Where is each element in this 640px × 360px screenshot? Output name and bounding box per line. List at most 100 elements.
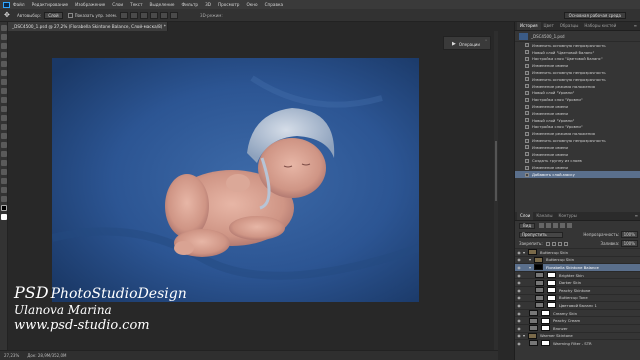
history-item[interactable]: Настройка слоя "Уровни" <box>515 124 640 131</box>
menu-layers[interactable]: Слои <box>112 2 123 7</box>
workspace-dropdown[interactable]: Основная рабочая среда <box>563 12 626 19</box>
history-item[interactable]: Новый слой "Уровни" <box>515 90 640 97</box>
visibility-eye-icon[interactable]: ◉ <box>515 318 523 323</box>
panel-menu-icon[interactable]: ≡ <box>634 22 637 30</box>
history-item[interactable]: Изменение имени <box>515 151 640 158</box>
layer-row[interactable]: ◉ Warming Filter - STR <box>515 339 640 347</box>
history-item[interactable]: Изменение имени <box>515 62 640 69</box>
show-controls-checkbox[interactable] <box>67 12 73 18</box>
background-color-icon[interactable] <box>1 214 7 220</box>
history-item[interactable]: Изменение имени <box>515 110 640 117</box>
align-bottom-icon[interactable] <box>140 11 149 19</box>
path-select-tool-icon[interactable] <box>1 169 7 175</box>
tab-history[interactable]: История <box>517 22 541 30</box>
menu-type[interactable]: Текст <box>130 2 142 7</box>
crop-tool-icon[interactable] <box>1 61 7 67</box>
layer-row[interactable]: ◉ ▾ Warmer Skintone <box>515 331 640 340</box>
layers-menu-icon[interactable]: ≡ <box>635 212 638 220</box>
align-left-icon[interactable] <box>150 11 159 19</box>
blend-mode-dropdown[interactable]: Пропустить <box>519 231 563 238</box>
history-item[interactable]: Добавить слой-маску <box>515 171 640 178</box>
history-item[interactable]: Новый слой "Уровни" <box>515 117 640 124</box>
layer-row[interactable]: ◉ Цветовой баланс 1 <box>515 301 640 309</box>
layer-mask-thumbnail[interactable] <box>547 294 556 301</box>
history-item[interactable]: Изменить основную непрозрачность <box>515 69 640 76</box>
tab-paths[interactable]: Контуры <box>555 212 579 220</box>
tab-brush-presets[interactable]: Наборы кистей <box>581 22 619 30</box>
move-tool-icon[interactable] <box>1 25 7 31</box>
filter-shape-icon[interactable] <box>560 223 566 228</box>
menu-filter[interactable]: Фильтр <box>182 2 199 7</box>
layer-row[interactable]: ◉ ▾ Buttercup Skin <box>515 248 640 256</box>
visibility-eye-icon[interactable]: ◉ <box>515 257 523 262</box>
visibility-eye-icon[interactable]: ◉ <box>515 303 523 308</box>
eyedropper-tool-icon[interactable] <box>1 70 7 76</box>
layer-mask-thumbnail[interactable] <box>547 287 556 294</box>
history-item[interactable]: Изменить основную непрозрачность <box>515 76 640 83</box>
history-brush-tool-icon[interactable] <box>1 106 7 112</box>
layer-row[interactable]: ◉ Bronzer <box>515 323 640 332</box>
layer-row[interactable]: ◉ Peachy Cream <box>515 316 640 324</box>
vertical-scrollbar[interactable] <box>494 31 498 350</box>
marquee-tool-icon[interactable] <box>1 34 7 40</box>
lock-image-icon[interactable] <box>551 241 556 246</box>
menu-edit[interactable]: Редактирование <box>32 2 69 7</box>
scrollbar-thumb[interactable] <box>495 141 497 201</box>
layer-mask-thumbnail[interactable] <box>541 317 550 324</box>
filter-type-icon[interactable] <box>553 223 559 228</box>
history-item[interactable]: Настройка слоя "Цветовой баланс" <box>515 56 640 63</box>
lock-all-icon[interactable] <box>563 241 568 246</box>
foreground-color-icon[interactable] <box>1 205 7 211</box>
autoselect-dropdown[interactable]: Слой <box>44 11 63 19</box>
history-item[interactable]: Настройка слоя "Уровни" <box>515 96 640 103</box>
visibility-eye-icon[interactable]: ◉ <box>515 311 523 316</box>
healing-brush-tool-icon[interactable] <box>1 79 7 85</box>
layer-row[interactable]: ◉ Peachy Skintone <box>515 285 640 294</box>
document-tab[interactable]: _DSC4500_1.psd @ 27,2% (Florabella Skint… <box>8 22 168 31</box>
visibility-eye-icon[interactable]: ◉ <box>515 273 523 278</box>
tab-channels[interactable]: Каналы <box>533 212 555 220</box>
layer-row[interactable]: ◉ Creamy Skin <box>515 308 640 317</box>
history-item[interactable]: Новый слой "Цветовой баланс" <box>515 49 640 56</box>
lock-position-icon[interactable] <box>557 241 562 246</box>
menu-3d[interactable]: 3D <box>205 2 211 7</box>
visibility-eye-icon[interactable]: ◉ <box>515 288 523 293</box>
layer-mask-thumbnail[interactable] <box>541 310 550 317</box>
move-tool-icon[interactable]: ✥ <box>4 11 12 19</box>
visibility-eye-icon[interactable]: ◉ <box>515 265 523 270</box>
align-center-icon[interactable] <box>160 11 169 19</box>
lasso-tool-icon[interactable] <box>1 43 7 49</box>
menu-select[interactable]: Выделение <box>150 2 175 7</box>
filter-adjustment-icon[interactable] <box>546 223 552 228</box>
layer-row[interactable]: ◉ ▾ Buttercup Skin <box>515 255 640 264</box>
visibility-eye-icon[interactable]: ◉ <box>515 341 523 346</box>
clone-stamp-tool-icon[interactable] <box>1 97 7 103</box>
visibility-eye-icon[interactable]: ◉ <box>515 326 523 331</box>
zoom-level[interactable]: 27,23% <box>4 353 19 358</box>
history-item[interactable]: Изменить основную непрозрачность <box>515 137 640 144</box>
history-item[interactable]: Создать группу из слоев <box>515 158 640 165</box>
type-tool-icon[interactable] <box>1 160 7 166</box>
layer-mask-thumbnail[interactable] <box>547 272 556 279</box>
menu-window[interactable]: Окно <box>246 2 257 7</box>
dock-collapse-icon[interactable]: » <box>485 38 487 42</box>
layer-row[interactable]: ◉ ▾ Florabella Skintone Balance <box>515 263 640 271</box>
fill-field[interactable]: 100% <box>620 240 638 247</box>
layer-row[interactable]: ◉ Buttercup Tone <box>515 293 640 302</box>
opacity-field[interactable]: 100% <box>620 231 638 238</box>
dodge-tool-icon[interactable] <box>1 142 7 148</box>
photo-canvas[interactable] <box>52 58 419 302</box>
history-item[interactable]: Изменение режима наложения <box>515 83 640 90</box>
history-item[interactable]: Изменение имени <box>515 144 640 151</box>
history-item[interactable]: Изменить основную непрозрачность <box>515 42 640 49</box>
history-item[interactable]: Изменение имени <box>515 103 640 110</box>
hand-tool-icon[interactable] <box>1 187 7 193</box>
gradient-tool-icon[interactable] <box>1 124 7 130</box>
filter-smart-icon[interactable] <box>567 223 573 228</box>
pen-tool-icon[interactable] <box>1 151 7 157</box>
menu-view[interactable]: Просмотр <box>218 2 240 7</box>
layer-mask-thumbnail[interactable] <box>541 325 550 332</box>
align-top-icon[interactable] <box>120 11 129 19</box>
lock-transparent-icon[interactable] <box>545 241 550 246</box>
brush-tool-icon[interactable] <box>1 88 7 94</box>
